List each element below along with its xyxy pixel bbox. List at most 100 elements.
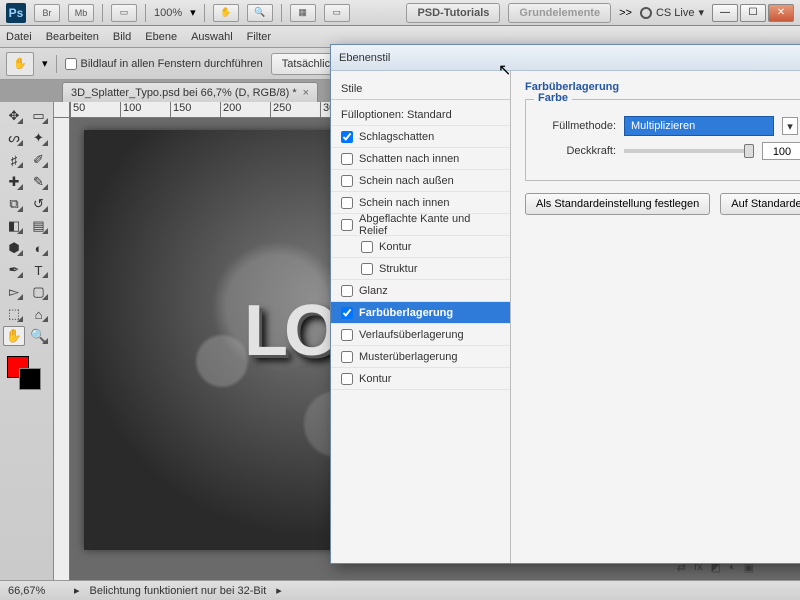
brush-tool[interactable]: ✎ — [28, 172, 50, 192]
cslive-button[interactable]: CS Live▾ — [640, 6, 704, 19]
style-row-schein-nach-innen[interactable]: Schein nach innen — [331, 192, 510, 214]
view-extras-button[interactable]: ▭ — [111, 4, 137, 22]
menu-auswahl[interactable]: Auswahl — [191, 31, 233, 43]
workspace-tab-grundelemente[interactable]: Grundelemente — [508, 3, 611, 23]
style-checkbox[interactable] — [341, 307, 353, 319]
style-row-schein-nach-au-en[interactable]: Schein nach außen — [331, 170, 510, 192]
close-icon[interactable]: × — [303, 87, 309, 99]
menu-bearbeiten[interactable]: Bearbeiten — [46, 31, 99, 43]
pen-tool[interactable]: ✒ — [3, 260, 25, 280]
path-select-tool[interactable]: ▻ — [3, 282, 25, 302]
menu-ebene[interactable]: Ebene — [145, 31, 177, 43]
reset-default-button[interactable]: Auf Standardeins — [720, 193, 800, 215]
eraser-tool[interactable]: ◧ — [3, 216, 25, 236]
fill-options-row[interactable]: Fülloptionen: Standard — [331, 104, 510, 126]
style-checkbox[interactable] — [361, 263, 373, 275]
opacity-input[interactable]: 100 — [762, 142, 800, 160]
status-message: Belichtung funktioniert nur bei 32-Bit — [90, 585, 267, 597]
chevron-down-icon[interactable]: ▾ — [190, 6, 196, 19]
style-row-kontur[interactable]: Kontur — [331, 368, 510, 390]
color-swatches[interactable] — [3, 352, 50, 390]
window-minimize[interactable]: — — [712, 4, 738, 22]
status-zoom[interactable]: 66,67% — [8, 585, 64, 597]
style-row-schlagschatten[interactable]: Schlagschatten — [331, 126, 510, 148]
style-checkbox[interactable] — [341, 197, 353, 209]
style-row-struktur[interactable]: Struktur — [331, 258, 510, 280]
ruler-vertical[interactable] — [54, 118, 70, 580]
chevron-right-icon[interactable]: ▸ — [74, 584, 80, 597]
dodge-tool[interactable]: ◐ — [28, 238, 50, 258]
3d-tool[interactable]: ⬚ — [3, 304, 25, 324]
style-row-farb-berlagerung[interactable]: Farbüberlagerung — [331, 302, 510, 324]
workspace-tab-psdtutorials[interactable]: PSD-Tutorials — [406, 3, 500, 23]
style-checkbox[interactable] — [341, 285, 353, 297]
style-checkbox[interactable] — [341, 373, 353, 385]
style-row-kontur[interactable]: Kontur — [331, 236, 510, 258]
style-label: Schein nach innen — [359, 197, 450, 209]
history-brush-tool[interactable]: ↺ — [28, 194, 50, 214]
hand-tool[interactable]: ✋ — [3, 326, 25, 346]
style-checkbox[interactable] — [341, 153, 353, 165]
chevron-down-icon[interactable]: ▾ — [782, 117, 798, 135]
menu-datei[interactable]: Datei — [6, 31, 32, 43]
sep — [204, 4, 205, 22]
screenmode-button[interactable]: ▭ — [324, 4, 350, 22]
style-row-muster-berlagerung[interactable]: Musterüberlagerung — [331, 346, 510, 368]
wand-tool[interactable]: ✦ — [28, 128, 50, 148]
bridge-button[interactable]: Br — [34, 4, 60, 22]
style-row-verlaufs-berlagerung[interactable]: Verlaufsüberlagerung — [331, 324, 510, 346]
chevron-right-icon[interactable]: ▸ — [276, 584, 282, 597]
sep — [145, 4, 146, 22]
chevron-down-icon[interactable]: ▾ — [42, 57, 48, 70]
style-checkbox[interactable] — [361, 241, 373, 253]
zoom-readout[interactable]: 100% — [154, 7, 182, 19]
arrange-button[interactable]: ▦ — [290, 4, 316, 22]
ruler-origin[interactable] — [54, 102, 70, 118]
slider-thumb[interactable] — [744, 144, 754, 158]
style-checkbox[interactable] — [341, 131, 353, 143]
move-tool[interactable]: ✥ — [3, 106, 25, 126]
window-close[interactable]: ✕ — [768, 4, 794, 22]
style-checkbox[interactable] — [341, 175, 353, 187]
layer-style-dialog: Ebenenstil Stile Fülloptionen: Standard … — [330, 44, 800, 564]
blur-tool[interactable]: ⬢ — [3, 238, 25, 258]
type-tool[interactable]: T — [28, 260, 50, 280]
shape-tool[interactable]: ▢ — [28, 282, 50, 302]
heal-tool[interactable]: ✚ — [3, 172, 25, 192]
menu-filter[interactable]: Filter — [247, 31, 271, 43]
background-swatch[interactable] — [19, 368, 41, 390]
blend-mode-select[interactable]: Multiplizieren — [624, 116, 774, 136]
style-row-abgeflachte-kante-und-relief[interactable]: Abgeflachte Kante und Relief — [331, 214, 510, 236]
cslive-icon — [640, 7, 652, 19]
style-row-glanz[interactable]: Glanz — [331, 280, 510, 302]
marquee-tool[interactable]: ▭ — [28, 106, 50, 126]
minibridge-button[interactable]: Mb — [68, 4, 94, 22]
zoom-shortcut[interactable]: 🔍 — [247, 4, 273, 22]
color-fieldset: Farbe Füllmethode: Multiplizieren ▾ Deck… — [525, 99, 800, 181]
window-maximize[interactable]: ☐ — [740, 4, 766, 22]
style-label: Schlagschatten — [359, 131, 434, 143]
3d-camera-tool[interactable]: ⌂ — [28, 304, 50, 324]
zoom-tool[interactable]: 🔍 — [28, 326, 50, 346]
style-checkbox[interactable] — [341, 219, 353, 231]
style-row-schatten-nach-innen[interactable]: Schatten nach innen — [331, 148, 510, 170]
document-tab-title: 3D_Splatter_Typo.psd bei 66,7% (D, RGB/8… — [71, 87, 297, 99]
scroll-all-windows-checkbox[interactable]: Bildlauf in allen Fenstern durchführen — [65, 58, 263, 70]
eyedropper-tool[interactable]: ✐ — [28, 150, 50, 170]
dialog-title-bar[interactable]: Ebenenstil — [331, 45, 800, 71]
stamp-tool[interactable]: ⧉ — [3, 194, 25, 214]
hand-shortcut[interactable]: ✋ — [213, 4, 239, 22]
style-checkbox[interactable] — [341, 351, 353, 363]
menu-bild[interactable]: Bild — [113, 31, 131, 43]
opacity-slider[interactable] — [624, 149, 754, 153]
gradient-tool[interactable]: ▤ — [28, 216, 50, 236]
style-checkbox[interactable] — [341, 329, 353, 341]
workspace-more[interactable]: >> — [619, 7, 632, 19]
crop-tool[interactable]: ♯ — [3, 150, 25, 170]
style-list-panel: Stile Fülloptionen: Standard Schlagschat… — [331, 71, 511, 563]
current-tool-icon[interactable]: ✋ — [6, 52, 34, 76]
style-settings-panel: Farbüberlagerung Farbe Füllmethode: Mult… — [511, 71, 800, 563]
lasso-tool[interactable]: ᔕ — [3, 128, 25, 148]
document-tab[interactable]: 3D_Splatter_Typo.psd bei 66,7% (D, RGB/8… — [62, 82, 318, 102]
make-default-button[interactable]: Als Standardeinstellung festlegen — [525, 193, 710, 215]
